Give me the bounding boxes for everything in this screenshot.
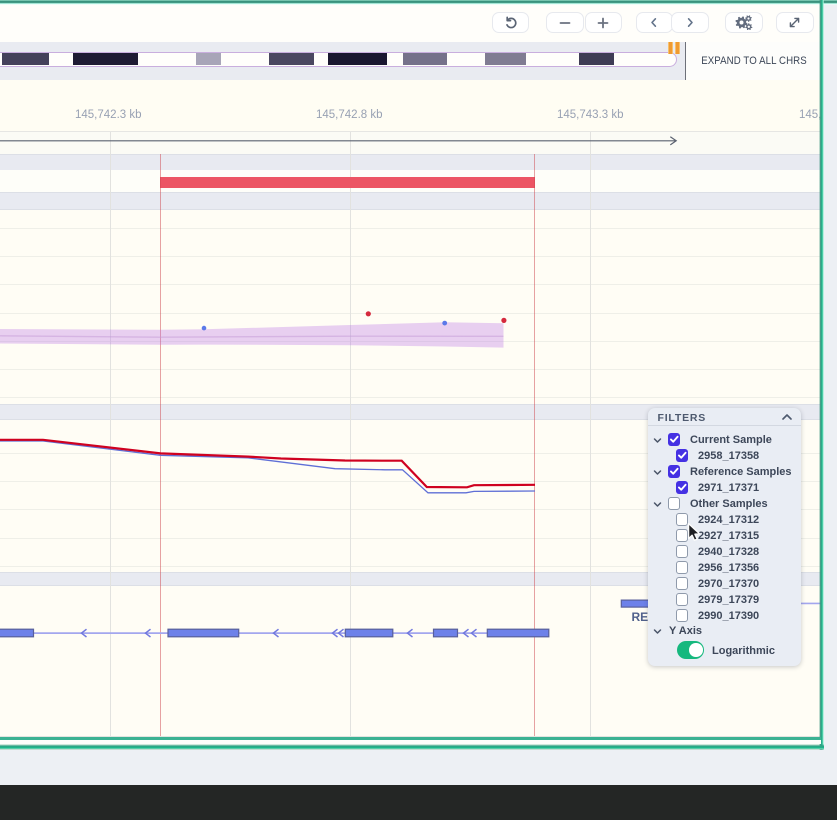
svg-text:RE: RE xyxy=(632,610,649,624)
